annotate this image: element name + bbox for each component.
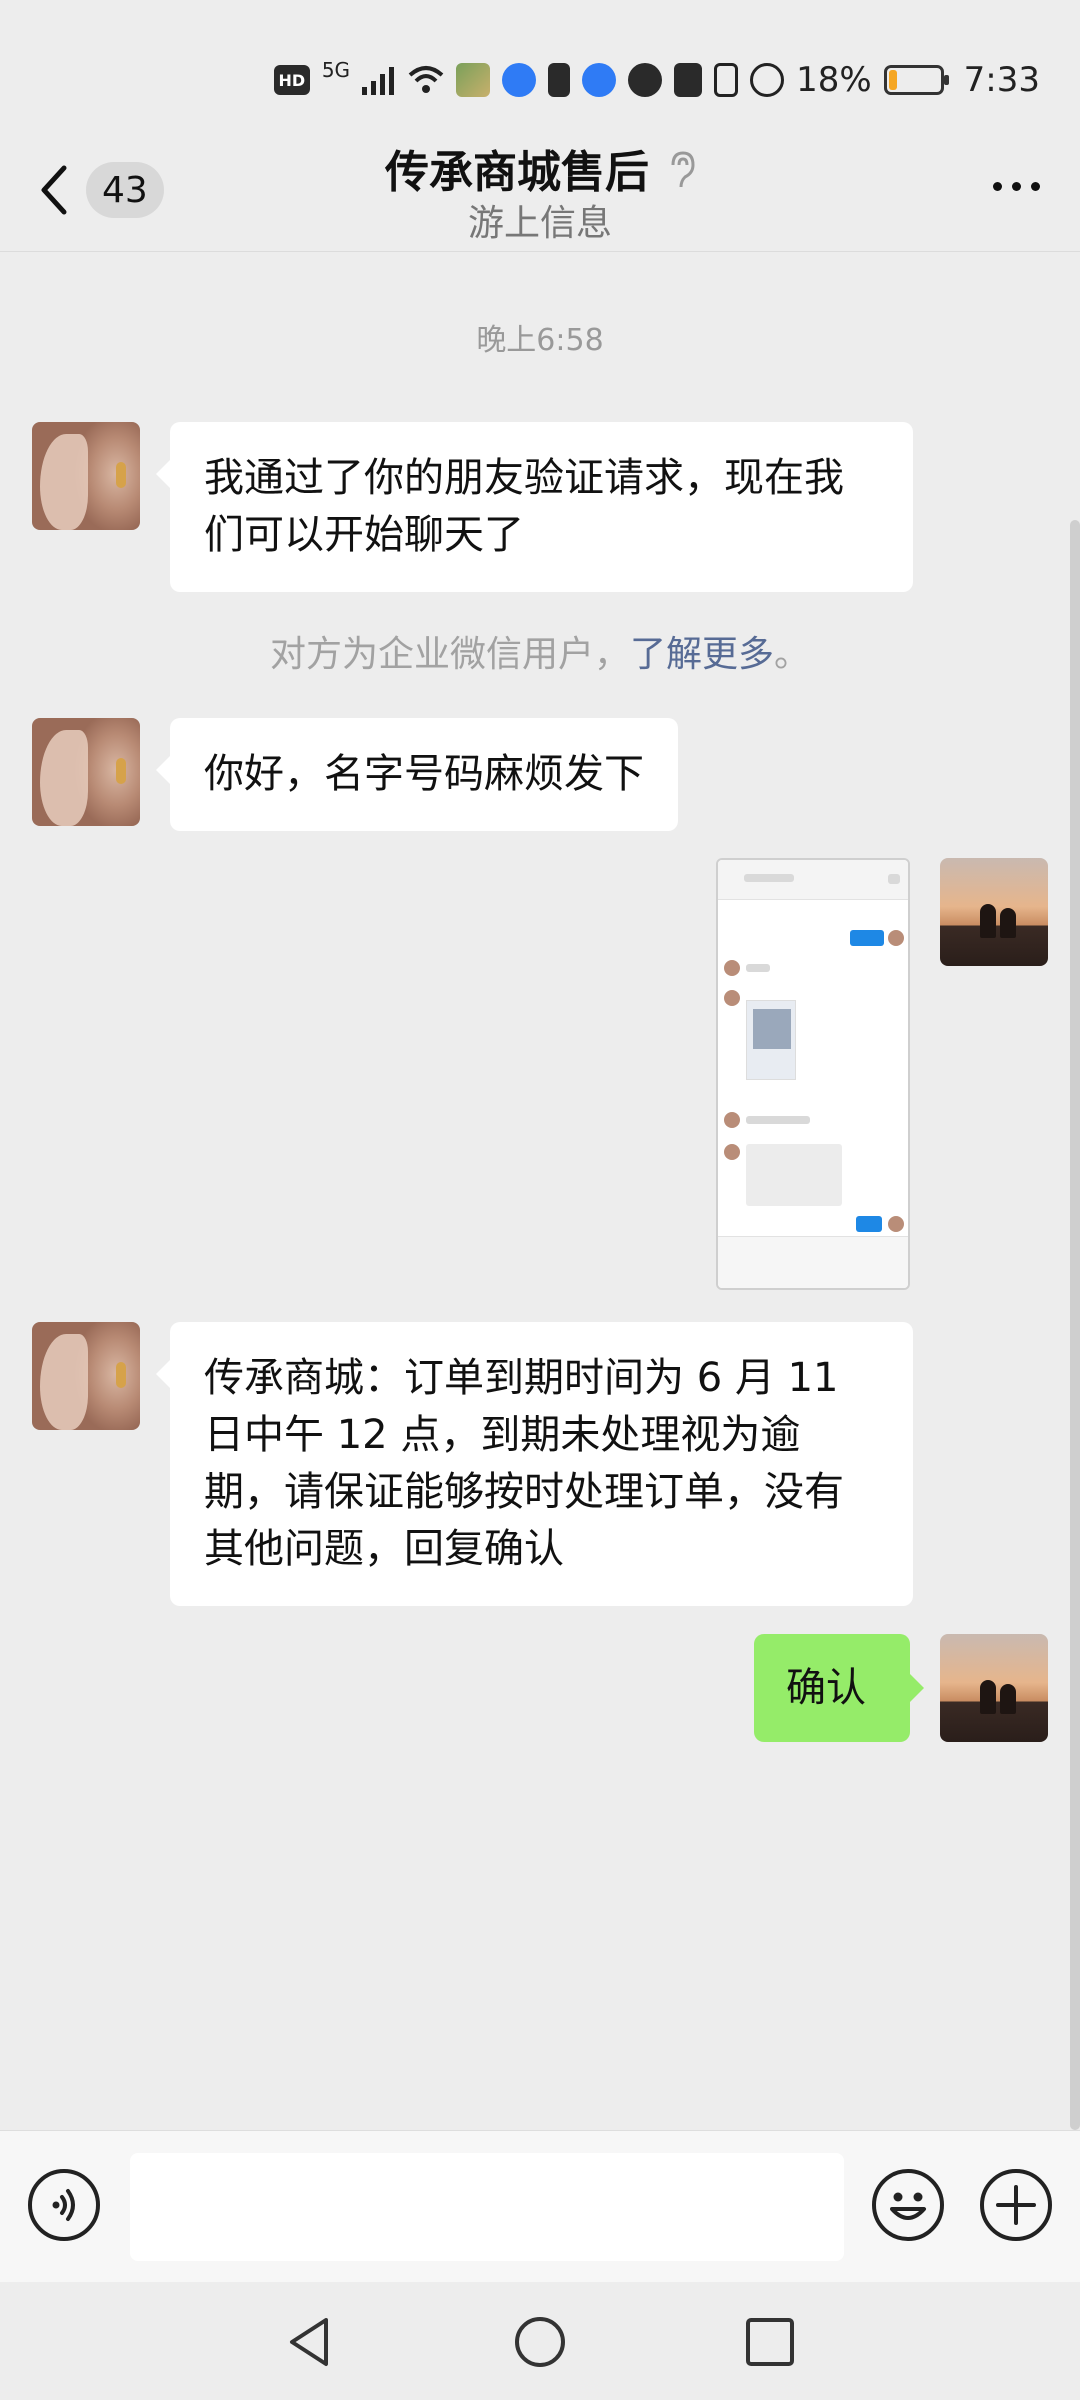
clock: 7:33 [963,60,1040,100]
battery-percent: 18% [796,60,872,100]
ear-icon [671,151,695,188]
more-dots-icon[interactable] [993,182,1040,191]
wifi-icon [408,66,444,93]
shield-icon [502,63,537,97]
emoji-button[interactable] [872,2169,944,2241]
chat-title-text: 传承商城售后 [385,147,649,198]
chat-title: 传承商城售后 [0,136,1080,200]
more-actions-button[interactable] [980,2169,1052,2241]
message-bubble-incoming[interactable]: 传承商城：订单到期时间为 6 月 11 日中午 12 点，到期未处理视为逾期，请… [156,1322,913,1606]
voice-icon [52,2189,75,2221]
chat-scrollbar[interactable] [1070,520,1080,2130]
recents-square-icon[interactable] [742,2314,798,2370]
contact-avatar[interactable] [32,718,140,826]
chat-header: 43 传承商城售后 游上信息 [0,130,1080,252]
qq-icon [628,63,663,97]
back-triangle-icon[interactable] [282,2314,338,2370]
battery-icon [883,65,949,95]
system-nav-bar [0,2282,1080,2400]
system-note-text: 对方为企业微信用户， [269,634,630,675]
status-bar: HD 5G 18% 7:33 [0,0,1080,130]
home-circle-icon[interactable] [512,2314,568,2370]
contact-avatar[interactable] [32,1322,140,1430]
photo-notification-icon [456,63,491,97]
system-note: 对方为企业微信用户，了解更多。 [0,625,1080,677]
chat-subtitle: 游上信息 [467,203,612,244]
message-bubble-incoming[interactable]: 你好，名字号码麻烦发下 [156,718,678,831]
status-icons: HD 5G 18% 7:33 [273,58,1040,102]
voice-button[interactable] [28,2169,100,2241]
sim-icon [548,63,571,97]
battery-fill [888,70,898,90]
image-thumbnail-header [718,860,908,900]
network-type: 5G [321,58,351,82]
system-note-suffix: 。 [774,634,811,675]
message-input[interactable] [130,2153,844,2261]
speedometer-icon [750,63,785,97]
browser-icon [582,63,617,97]
user-avatar[interactable] [940,1634,1048,1742]
message-timestamp: 晚上6:58 [476,323,604,358]
signal-icon [362,67,395,95]
contact-avatar[interactable] [32,422,140,530]
nfc-icon [674,63,703,97]
message-bubble-incoming[interactable]: 我通过了你的朋友验证请求，现在我们可以开始聊天了 [156,422,913,592]
input-bar [0,2130,1080,2282]
image-message[interactable] [716,858,910,1290]
vibrate-icon [714,63,739,97]
plus-icon [996,2185,1036,2225]
learn-more-link[interactable]: 了解更多 [630,634,774,675]
user-avatar[interactable] [940,858,1048,966]
emoji-icon [890,2192,926,2220]
message-bubble-outgoing[interactable]: 确认 [754,1634,924,1742]
hd-icon: HD [273,65,310,95]
